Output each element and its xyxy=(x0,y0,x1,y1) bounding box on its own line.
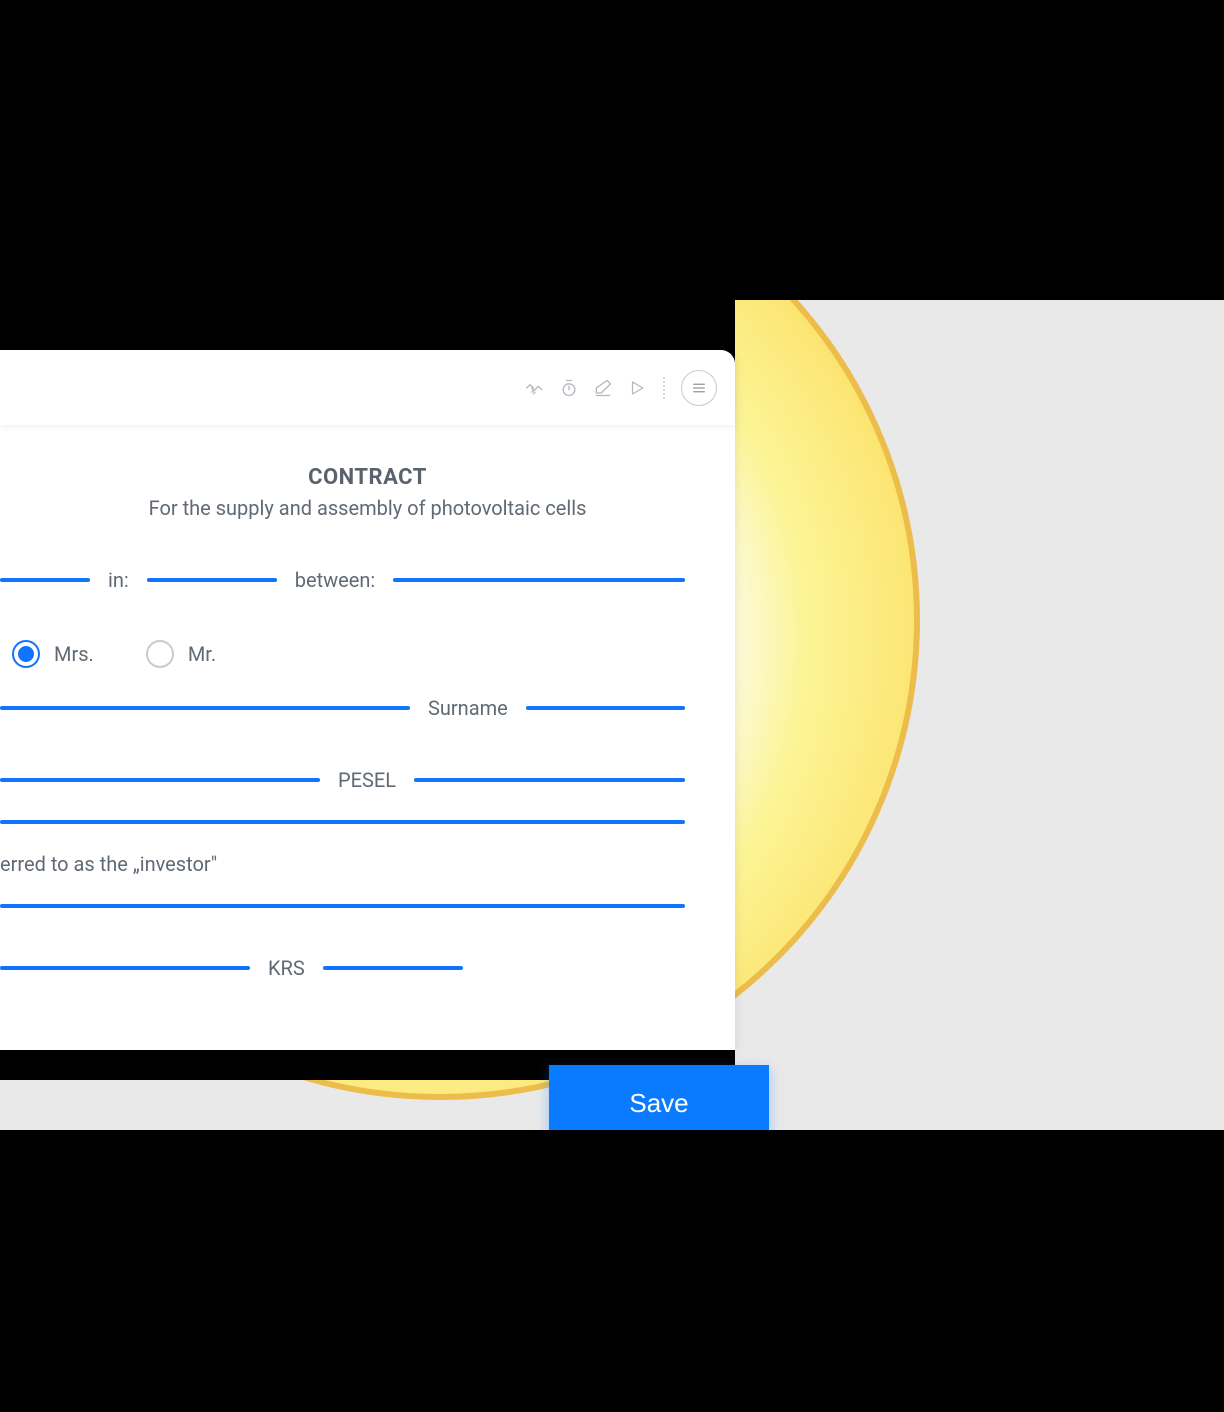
label-surname: Surname xyxy=(428,696,508,720)
blank-field[interactable] xyxy=(323,966,463,970)
row-fullwidth-2 xyxy=(0,904,685,908)
black-overlay-top xyxy=(0,0,1224,300)
eraser-icon[interactable] xyxy=(593,378,613,398)
blank-field[interactable] xyxy=(0,778,320,782)
blank-field[interactable] xyxy=(0,706,410,710)
blank-field[interactable] xyxy=(147,578,277,582)
blank-field[interactable] xyxy=(414,778,685,782)
blank-field[interactable] xyxy=(0,904,685,908)
row-fullwidth-1 xyxy=(0,820,685,824)
timer-icon[interactable] xyxy=(559,378,579,398)
row-in-between: in: between: xyxy=(0,568,685,592)
blank-field[interactable] xyxy=(0,966,250,970)
row-pesel: PESEL xyxy=(0,768,685,792)
label-in: in: xyxy=(108,568,129,592)
grey-band: CONTRACT For the supply and assembly of … xyxy=(0,160,1224,1130)
label-pesel: PESEL xyxy=(338,768,396,792)
document-body: CONTRACT For the supply and assembly of … xyxy=(0,425,735,1050)
handshake-icon[interactable] xyxy=(525,378,545,398)
doc-subtitle: For the supply and assembly of photovolt… xyxy=(0,496,685,520)
blank-field[interactable] xyxy=(0,578,90,582)
label-krs: KRS xyxy=(268,956,305,980)
radio-mrs[interactable] xyxy=(12,640,40,668)
play-icon[interactable] xyxy=(627,378,647,398)
row-krs: KRS xyxy=(0,956,685,980)
row-investor-note: erred to as the „investor" xyxy=(0,852,685,876)
blank-field[interactable] xyxy=(526,706,685,710)
bottom-black-bar xyxy=(0,1130,1224,1412)
radio-mr[interactable] xyxy=(146,640,174,668)
doc-title: CONTRACT xyxy=(0,465,685,490)
label-between: between: xyxy=(295,568,376,592)
document-window: CONTRACT For the supply and assembly of … xyxy=(0,350,735,1050)
blank-field[interactable] xyxy=(0,820,685,824)
investor-note: erred to as the „investor" xyxy=(0,852,217,876)
label-mr: Mr. xyxy=(188,642,216,666)
toolbar xyxy=(0,350,735,425)
row-surname: Surname xyxy=(0,696,685,720)
toolbar-divider xyxy=(663,377,665,399)
save-button-label: Save xyxy=(629,1088,688,1119)
row-salutation: Mrs. Mr. xyxy=(0,640,685,668)
blank-field[interactable] xyxy=(393,578,685,582)
menu-button[interactable] xyxy=(681,370,717,406)
label-mrs: Mrs. xyxy=(54,642,94,666)
